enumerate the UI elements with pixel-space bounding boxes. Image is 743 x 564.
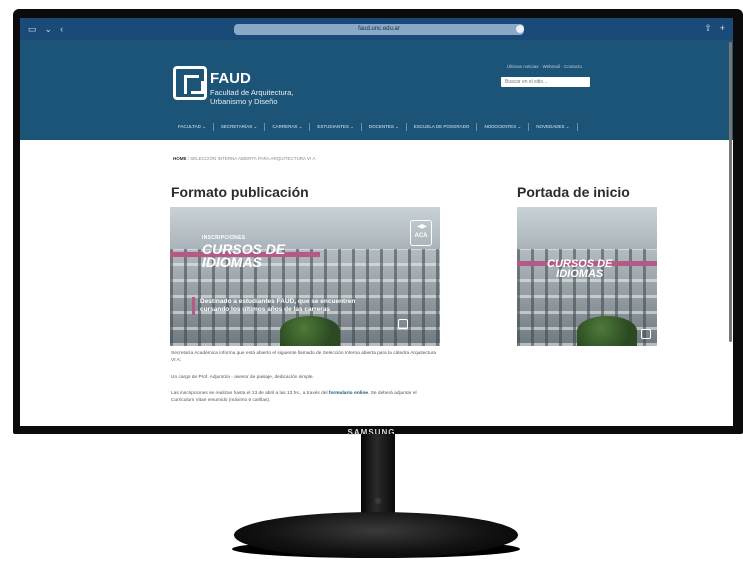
share-icon[interactable]: ⇧ xyxy=(704,23,712,34)
nav-item-docentes[interactable]: DOCENTES ⌄ xyxy=(362,123,407,131)
faud-mini-logo-icon xyxy=(398,319,408,329)
logo-title[interactable]: FAUD xyxy=(210,70,251,87)
breadcrumb-home[interactable]: HOME xyxy=(173,156,187,161)
paragraph-3-start: Las inscripciones se realizan hasta el 1… xyxy=(171,391,329,396)
logo-subtitle-1: Facultad de Arquitectura, xyxy=(210,88,294,97)
card2-title-line2: IDIOMAS xyxy=(556,268,604,281)
paragraph-1: Secretaría Académica informa que está ab… xyxy=(171,351,437,364)
nav-item-nodocentes[interactable]: NODOCENTES ⌄ xyxy=(477,123,530,131)
card1-description: Destinado a estudiantes FAUD, que se enc… xyxy=(200,298,440,314)
nav-item-estudiantes[interactable]: ESTUDIANTES ⌄ xyxy=(310,123,362,131)
left-heading: Formato publicación xyxy=(171,184,309,200)
right-heading: Portada de inicio xyxy=(517,184,630,200)
browser-right-controls: ⇧ + xyxy=(704,23,725,34)
nav-item-novedades[interactable]: NOVEDADES ⌄ xyxy=(529,123,578,131)
tree-decoration xyxy=(280,316,340,346)
monitor-stand-neck xyxy=(361,434,395,524)
browser-left-controls: ▭ ⌄ ‹ xyxy=(28,24,63,35)
reload-icon[interactable] xyxy=(516,25,524,33)
faud-logo-icon[interactable] xyxy=(173,66,207,100)
chevron-down-icon[interactable]: ⌄ xyxy=(45,24,53,35)
aca-badge: ACA xyxy=(410,220,432,246)
url-text: faud.unc.edu.ar xyxy=(358,26,400,32)
paragraph-3: Las inscripciones se realizan hasta el 1… xyxy=(171,390,441,404)
monitor-power-button xyxy=(375,498,381,504)
monitor-base xyxy=(234,512,518,558)
paragraph-2: Un cargo de Prof. Adjunto/a - asesor de … xyxy=(171,375,314,380)
site-header: FAUD Facultad de Arquitectura, Urbanismo… xyxy=(20,40,733,140)
nav-item-facultad[interactable]: FACULTAD ⌄ xyxy=(171,123,214,131)
nav-item-secretarias[interactable]: SECRETARÍAS ⌄ xyxy=(214,123,266,131)
page-scrollbar[interactable] xyxy=(729,42,732,342)
back-icon[interactable]: ‹ xyxy=(60,24,63,35)
graduation-cap-icon xyxy=(417,224,427,229)
card1-title: CURSOS DE IDIOMAS xyxy=(202,242,285,271)
address-bar[interactable]: faud.unc.edu.ar xyxy=(234,24,524,35)
card1-desc-line2: cursando los últimos años de las carrera… xyxy=(200,306,331,314)
tree-decoration xyxy=(577,316,637,346)
online-form-link[interactable]: formulario online xyxy=(329,391,368,396)
breadcrumb: HOME / SELECCIÓN INTERNA ABIERTA PARA AR… xyxy=(173,156,315,161)
nav-item-posgrado[interactable]: ESCUELA DE POSGRADO xyxy=(407,123,478,131)
aca-label: ACA xyxy=(414,233,428,239)
card1-desc-bar xyxy=(192,297,195,315)
main-nav: FACULTAD ⌄ SECRETARÍAS ⌄ CARRERAS ⌄ ESTU… xyxy=(171,123,578,131)
faud-mini-logo-icon xyxy=(641,329,651,339)
card1-title-line2: IDIOMAS xyxy=(202,254,262,271)
new-tab-icon[interactable]: + xyxy=(720,23,725,34)
sidebar-icon[interactable]: ▭ xyxy=(28,24,37,35)
card2-title: CURSOS DE IDIOMAS xyxy=(547,258,612,281)
card1-desc-line1: Destinado a estudiantes FAUD, que se enc… xyxy=(200,298,356,305)
screen: ▭ ⌄ ‹ faud.unc.edu.ar ⇧ + FAUD Facultad … xyxy=(20,18,733,426)
publication-image[interactable]: INSCRIPCIONES CURSOS DE IDIOMAS ACA Dest… xyxy=(170,207,440,346)
cover-image[interactable]: CURSOS DE IDIOMAS xyxy=(517,207,657,346)
browser-toolbar: ▭ ⌄ ‹ faud.unc.edu.ar ⇧ + xyxy=(20,18,733,40)
breadcrumb-current: SELECCIÓN INTERNA ABIERTA PARA ARQUITECT… xyxy=(190,156,316,161)
top-links[interactable]: Últimas noticias · Webmail · Contacto xyxy=(507,64,582,69)
logo-subtitle-2: Urbanismo y Diseño xyxy=(210,97,278,106)
nav-item-carreras[interactable]: CARRERAS ⌄ xyxy=(265,123,311,131)
search-input[interactable] xyxy=(501,77,590,87)
